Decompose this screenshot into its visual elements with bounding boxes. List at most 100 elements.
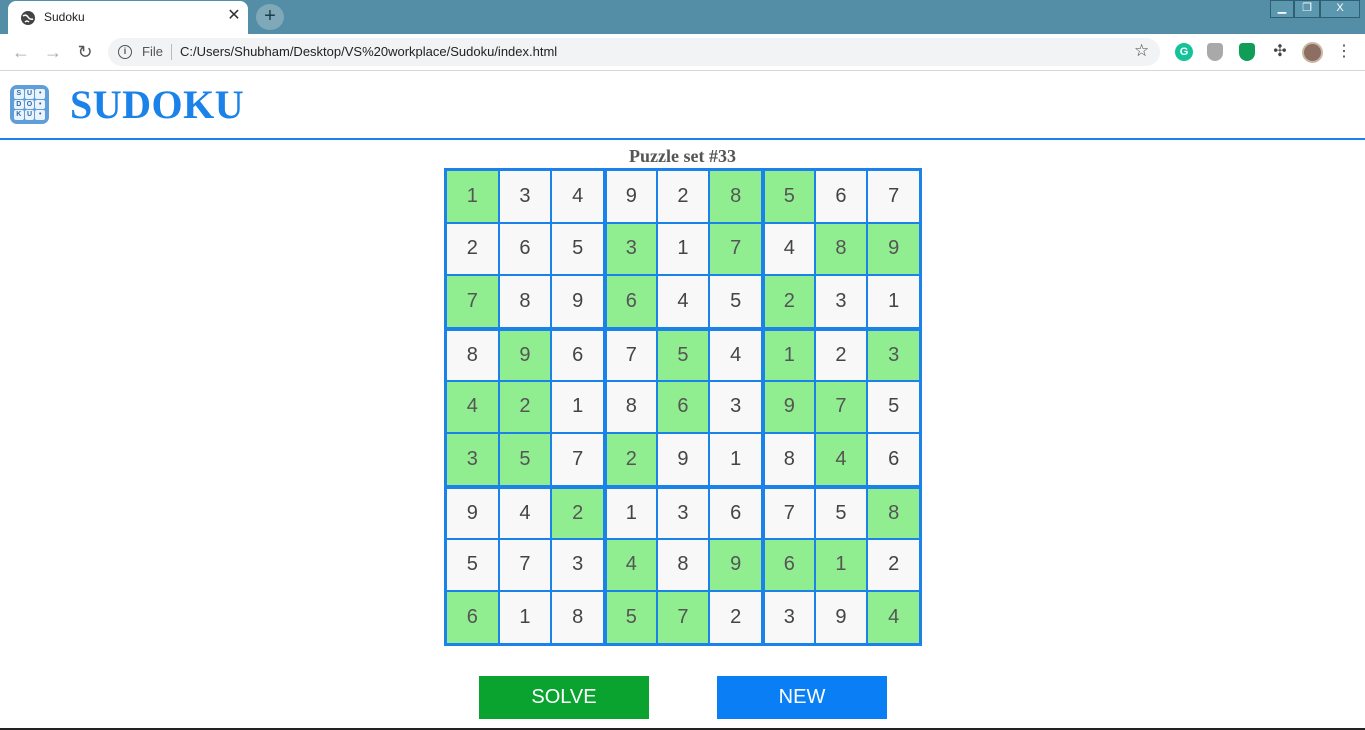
new-puzzle-button[interactable]: NEW (717, 676, 887, 719)
browser-tab[interactable]: Sudoku ✕ (8, 1, 248, 34)
kebab-menu-icon[interactable]: ⋮ (1336, 42, 1352, 62)
sudoku-cell[interactable]: 5 (765, 171, 814, 222)
sudoku-cell[interactable]: 8 (447, 331, 498, 380)
sudoku-cell[interactable]: 8 (657, 539, 709, 591)
sudoku-cell[interactable]: 7 (868, 171, 919, 222)
sudoku-cell[interactable]: 7 (607, 331, 656, 380)
minimize-window-button[interactable]: ▁ (1270, 0, 1294, 18)
sudoku-cell[interactable]: 1 (657, 223, 709, 275)
sudoku-cell[interactable]: 7 (710, 223, 761, 275)
sudoku-cell[interactable]: 2 (815, 331, 867, 380)
sudoku-cell[interactable]: 9 (607, 171, 656, 222)
sudoku-cell[interactable]: 6 (815, 171, 867, 222)
sudoku-cell[interactable]: 5 (815, 489, 867, 538)
extensions-puzzle-icon[interactable]: ✣ (1271, 43, 1289, 61)
grammarly-icon[interactable]: G (1175, 43, 1193, 61)
sudoku-cell[interactable]: 6 (552, 331, 603, 380)
sudoku-cell[interactable]: 9 (499, 331, 551, 380)
sudoku-cell[interactable]: 9 (552, 276, 603, 327)
sudoku-cell[interactable]: 1 (607, 489, 656, 538)
bookmark-star-icon[interactable]: ☆ (1134, 41, 1149, 61)
sudoku-cell[interactable]: 5 (607, 592, 656, 643)
sudoku-cell[interactable]: 9 (815, 592, 867, 643)
sudoku-cell[interactable]: 6 (868, 434, 919, 485)
info-icon[interactable]: i (118, 45, 132, 59)
restore-window-button[interactable]: ❐ (1294, 0, 1320, 18)
sudoku-cell[interactable]: 1 (815, 539, 867, 591)
sudoku-cell[interactable]: 9 (765, 381, 814, 433)
sudoku-cell[interactable]: 9 (657, 434, 709, 485)
sudoku-cell[interactable]: 5 (552, 223, 603, 275)
sudoku-cell[interactable]: 4 (657, 276, 709, 327)
sudoku-cell[interactable]: 7 (657, 592, 709, 643)
address-bar[interactable]: i File C:/Users/Shubham/Desktop/VS%20wor… (108, 38, 1160, 66)
solve-button[interactable]: SOLVE (479, 676, 649, 719)
forward-button[interactable]: → (42, 41, 64, 63)
sudoku-cell[interactable]: 7 (552, 434, 603, 485)
new-tab-button[interactable]: + (256, 4, 284, 30)
sudoku-cell[interactable]: 6 (607, 276, 656, 327)
sudoku-cell[interactable]: 4 (765, 223, 814, 275)
sudoku-cell[interactable]: 2 (607, 434, 656, 485)
sudoku-cell[interactable]: 2 (868, 539, 919, 591)
sudoku-cell[interactable]: 1 (710, 434, 761, 485)
sudoku-cell[interactable]: 4 (710, 331, 761, 380)
sudoku-cell[interactable]: 4 (447, 381, 498, 433)
sudoku-cell[interactable]: 3 (447, 434, 498, 485)
sudoku-cell[interactable]: 6 (499, 223, 551, 275)
sudoku-cell[interactable]: 9 (710, 539, 761, 591)
site-info-label[interactable]: File (142, 44, 163, 59)
sudoku-cell[interactable]: 3 (607, 223, 656, 275)
url-text[interactable]: C:/Users/Shubham/Desktop/VS%20workplace/… (180, 44, 557, 59)
sudoku-cell[interactable]: 2 (657, 171, 709, 222)
sudoku-cell[interactable]: 8 (499, 276, 551, 327)
sudoku-cell[interactable]: 3 (815, 276, 867, 327)
sudoku-cell[interactable]: 3 (710, 381, 761, 433)
sudoku-cell[interactable]: 5 (868, 381, 919, 433)
sudoku-cell[interactable]: 5 (499, 434, 551, 485)
sudoku-cell[interactable]: 7 (447, 276, 498, 327)
sudoku-cell[interactable]: 3 (657, 489, 709, 538)
close-tab-icon[interactable]: ✕ (226, 6, 242, 26)
sudoku-cell[interactable]: 3 (765, 592, 814, 643)
sudoku-cell[interactable]: 9 (447, 489, 498, 538)
sudoku-cell[interactable]: 5 (657, 331, 709, 380)
sudoku-cell[interactable]: 1 (447, 171, 498, 222)
profile-avatar[interactable] (1302, 42, 1323, 63)
sudoku-cell[interactable]: 6 (657, 381, 709, 433)
sudoku-cell[interactable]: 3 (868, 331, 919, 380)
sudoku-cell[interactable]: 6 (447, 592, 498, 643)
sudoku-cell[interactable]: 4 (499, 489, 551, 538)
adguard-icon[interactable] (1239, 43, 1255, 61)
sudoku-cell[interactable]: 8 (765, 434, 814, 485)
sudoku-cell[interactable]: 1 (765, 331, 814, 380)
sudoku-cell[interactable]: 1 (552, 381, 603, 433)
sudoku-cell[interactable]: 4 (868, 592, 919, 643)
sudoku-cell[interactable]: 2 (765, 276, 814, 327)
sudoku-cell[interactable]: 2 (447, 223, 498, 275)
sudoku-cell[interactable]: 7 (765, 489, 814, 538)
sudoku-cell[interactable]: 2 (499, 381, 551, 433)
sudoku-cell[interactable]: 8 (815, 223, 867, 275)
sudoku-cell[interactable]: 1 (868, 276, 919, 327)
sudoku-cell[interactable]: 8 (607, 381, 656, 433)
sudoku-cell[interactable]: 3 (552, 539, 603, 591)
sudoku-cell[interactable]: 2 (552, 489, 603, 538)
sudoku-cell[interactable]: 4 (815, 434, 867, 485)
sudoku-cell[interactable]: 8 (710, 171, 761, 222)
sudoku-cell[interactable]: 4 (552, 171, 603, 222)
sudoku-cell[interactable]: 7 (499, 539, 551, 591)
close-window-button[interactable]: X (1320, 0, 1360, 18)
reload-button[interactable]: ↻ (74, 41, 96, 63)
sudoku-cell[interactable]: 2 (710, 592, 761, 643)
sudoku-cell[interactable]: 9 (868, 223, 919, 275)
sudoku-cell[interactable]: 5 (447, 539, 498, 591)
sudoku-cell[interactable]: 1 (499, 592, 551, 643)
sudoku-cell[interactable]: 8 (868, 489, 919, 538)
back-button[interactable]: ← (10, 41, 32, 63)
sudoku-cell[interactable]: 3 (499, 171, 551, 222)
sudoku-cell[interactable]: 8 (552, 592, 603, 643)
sudoku-cell[interactable]: 6 (710, 489, 761, 538)
sudoku-cell[interactable]: 4 (607, 539, 656, 591)
shield-icon[interactable] (1207, 43, 1223, 61)
